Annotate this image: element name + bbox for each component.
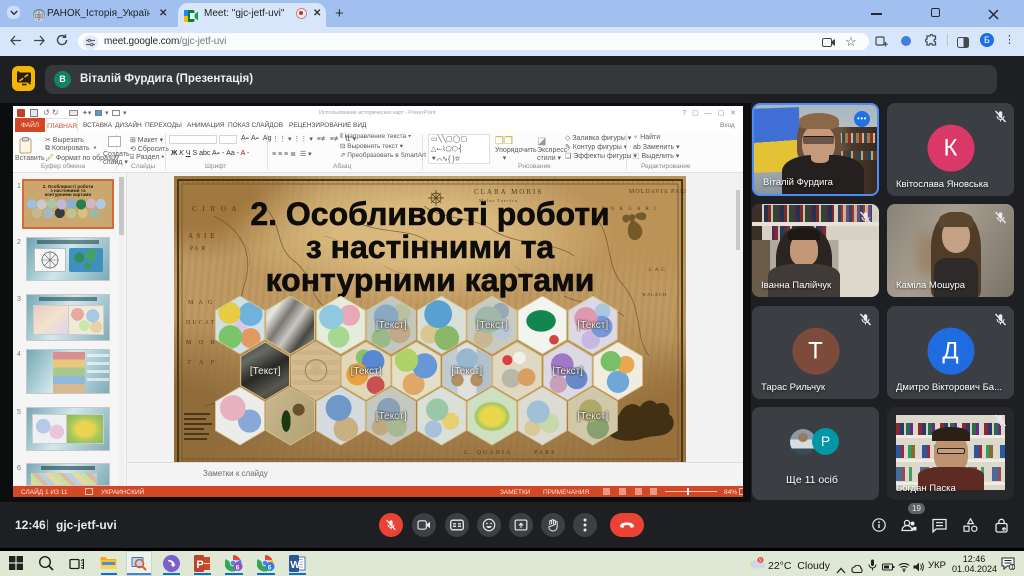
svg-text:PARS: PARS — [534, 450, 556, 456]
svg-text:9: 9 — [759, 558, 762, 564]
svg-text:Г А Р: Г А Р — [188, 360, 217, 366]
svg-text:M A G: M A G — [188, 300, 214, 306]
svg-text:L. QUANIA: L. QUANIA — [464, 450, 512, 456]
svg-text:CLARA MORIS: CLARA MORIS — [474, 188, 543, 196]
svg-text:P: P — [196, 559, 203, 571]
svg-text:6: 6 — [268, 565, 272, 572]
svg-text:1: 1 — [1011, 565, 1014, 570]
svg-text:MOLDAVIA PARS: MOLDAVIA PARS — [629, 189, 686, 195]
svg-text:6: 6 — [236, 565, 240, 572]
svg-text:W: W — [290, 559, 300, 571]
